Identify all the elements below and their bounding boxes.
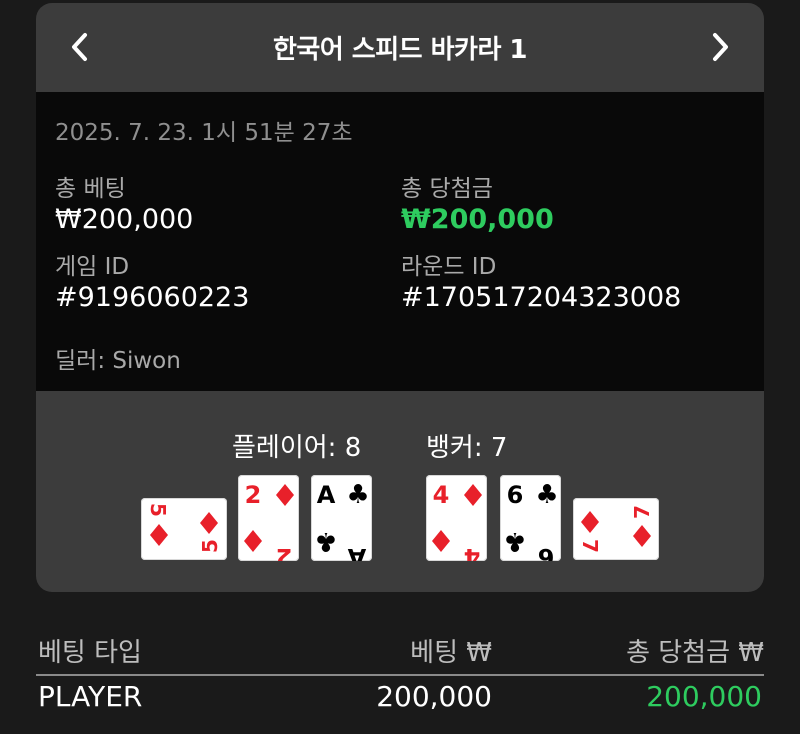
page-title: 한국어 스피드 바카라 1 [272,35,528,65]
game-id-label: 게임 ID [55,254,130,280]
win-amount-cell: 200,000 [646,680,762,713]
player-card-3: A ♣ ♣ A [311,475,372,561]
card-rank: 7 [578,539,602,553]
game-history-panel: 한국어 스피드 바카라 1 2025. 7. 23. 1시 51분 27초 총 … [36,3,764,592]
dealer-name: 딜러: Siwon [55,348,181,374]
bet-type-cell: PLAYER [38,680,143,713]
club-icon: ♣ [346,480,369,510]
panel-header: 한국어 스피드 바카라 1 [36,3,764,92]
bet-amount-cell: 200,000 [376,680,492,713]
card-rank: 4 [433,481,450,509]
column-bet-type: 베팅 타입 [38,638,142,668]
card-rank: 2 [276,543,293,561]
table-row: PLAYER 200,000 200,000 [36,680,764,720]
total-bet-value: ₩200,000 [55,204,194,235]
round-timestamp: 2025. 7. 23. 1시 51분 27초 [55,120,353,146]
card-rank: A [317,481,336,509]
card-rank: 4 [464,543,481,561]
chevron-left-icon[interactable] [58,25,102,69]
round-info: 2025. 7. 23. 1시 51분 27초 총 베팅 ₩200,000 총 … [36,92,764,391]
player-score: 플레이어: 8 [232,433,362,463]
total-win-value: ₩200,000 [401,204,554,235]
card-rank: 5 [146,503,170,517]
round-id-label: 라운드 ID [401,254,497,280]
bets-table-header: 베팅 타입 베팅 ₩ 총 당첨금 ₩ [36,628,764,674]
card-rank: 7 [630,505,654,519]
banker-card-2: 6 ♣ ♣ 6 [500,475,561,561]
card-rank: 2 [245,481,262,509]
total-win-label: 총 당첨금 [401,176,493,202]
column-total-win: 총 당첨금 ₩ [626,638,764,668]
column-bet-amount: 베팅 ₩ [410,638,492,668]
chevron-right-icon[interactable] [698,25,742,69]
round-id-value: #170517204323008 [401,282,682,313]
banker-score: 뱅커: 7 [426,433,508,463]
table-divider [36,674,764,676]
card-rank: 5 [198,539,222,553]
card-rank: 6 [538,543,555,561]
total-bet-label: 총 베팅 [55,176,126,202]
round-result: 플레이어: 8 뱅커: 7 5 5 2 2 A ♣ ♣ A 4 4 6 ♣ ♣ … [36,391,764,592]
banker-card-1: 4 4 [426,475,487,561]
club-icon: ♣ [314,526,337,556]
card-rank: A [347,543,366,561]
game-id-value: #9196060223 [55,282,250,313]
card-rank: 6 [507,481,524,509]
banker-card-3: 7 7 [573,498,659,560]
club-icon: ♣ [535,480,558,510]
player-card-2: 2 2 [238,475,299,561]
player-card-1: 5 5 [141,498,227,560]
club-icon: ♣ [503,526,526,556]
